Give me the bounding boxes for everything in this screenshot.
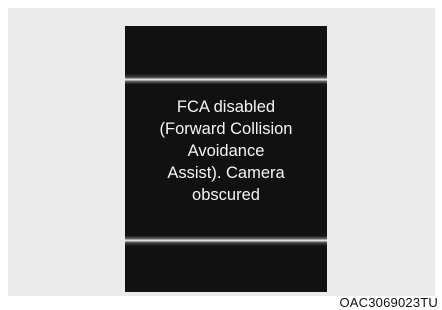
cluster-display: FCA disabled (Forward Collision Avoidanc…: [125, 26, 327, 292]
display-divider-bottom: [125, 236, 327, 246]
warning-message: FCA disabled (Forward Collision Avoidanc…: [159, 98, 293, 204]
display-divider-top: [125, 74, 327, 84]
